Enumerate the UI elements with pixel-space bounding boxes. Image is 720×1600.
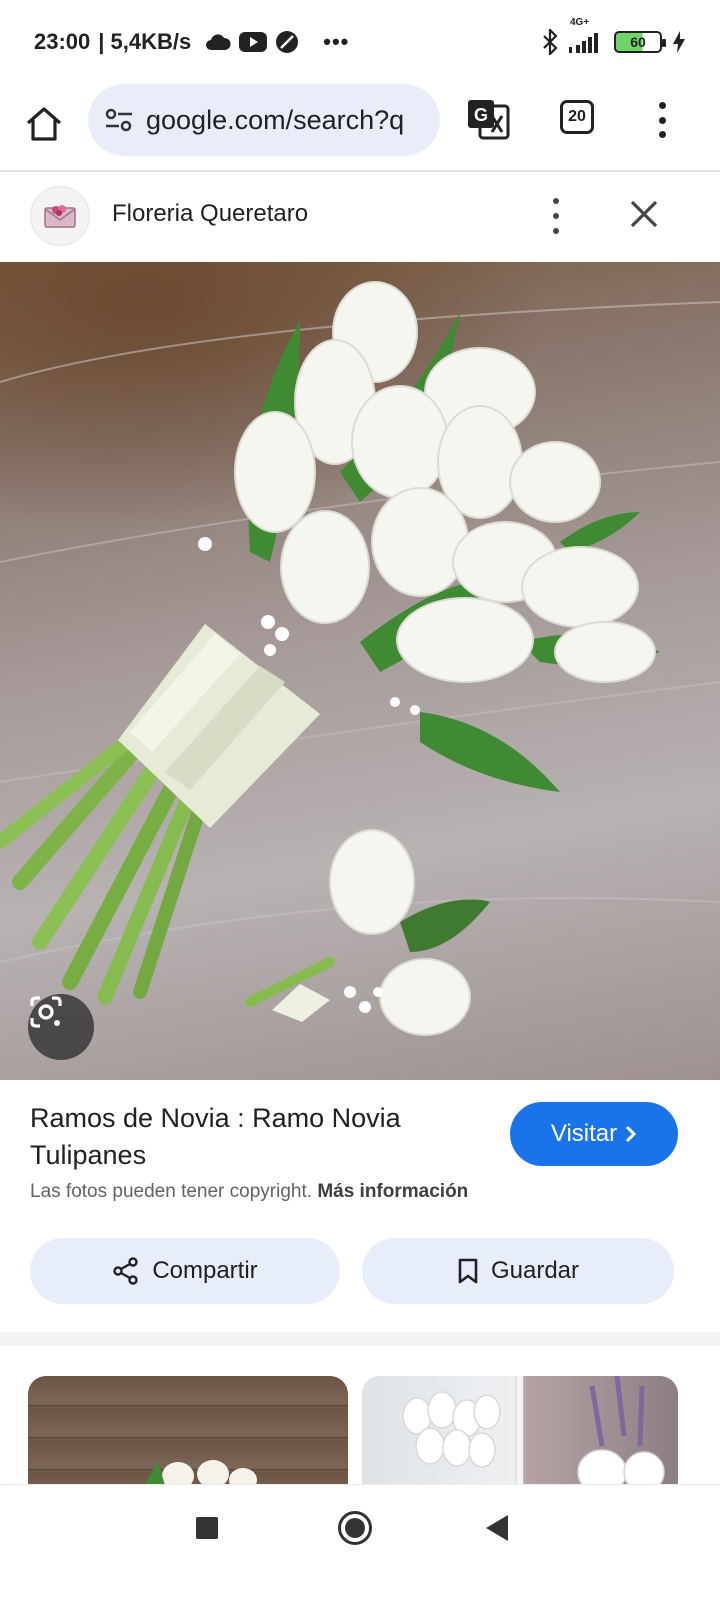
menu-button[interactable] [652,98,672,142]
status-right: 4G+ 60 [542,17,686,55]
status-bar: 23:00 | 5,4KB/s ••• 4G+ 60 [0,0,720,84]
signal-icon [569,33,598,53]
address-bar[interactable]: google.com/search?q [88,84,440,156]
related-image-2[interactable] [362,1376,678,1496]
svg-text:G: G [474,105,488,125]
status-time: 23:00 [34,29,91,54]
tab-switcher-button[interactable]: 20 [560,100,594,134]
translate-icon: G [468,100,510,140]
lens-icon [30,996,62,1028]
system-home-button[interactable] [338,1511,372,1545]
home-button[interactable] [22,102,66,146]
site-settings-button[interactable] [102,103,136,137]
envelope-logo-icon [44,205,76,228]
related-image-1[interactable] [28,1376,348,1496]
home-icon [26,107,62,141]
cloud-icon [206,34,231,50]
result-image[interactable] [0,262,720,1080]
notification-icons [205,30,299,54]
section-divider [0,1332,720,1346]
vpn-icon [276,31,299,53]
save-button[interactable]: Guardar [362,1238,674,1304]
more-notifications: ••• [323,29,350,54]
share-button[interactable]: Compartir [30,1238,340,1304]
copyright-notice: Las fotos pueden tener copyright. Más in… [30,1181,468,1203]
close-icon [630,200,658,228]
youtube-icon [239,32,268,52]
status-left: 23:00 | 5,4KB/s ••• [34,29,349,55]
bookmark-icon [458,1258,478,1284]
tulip-bouquet-illustration [0,281,720,1036]
related-tulips-thumbnail [402,1376,665,1496]
translate-button[interactable]: G [466,98,510,142]
battery-level: 60 [630,34,646,50]
google-lens-button[interactable] [28,994,94,1060]
save-label: Guardar [490,1257,580,1284]
recent-apps-button[interactable] [196,1517,218,1539]
close-button[interactable] [624,194,664,234]
visit-label: Visitar [550,1120,618,1147]
browser-toolbar: google.com/search?q G 20 [0,84,720,172]
more-vert-icon [553,198,559,204]
system-navigation-bar [0,1484,720,1600]
site-settings-icon [105,108,132,132]
network-type: 4G+ [570,17,590,28]
signal-indicator: 4G+ [568,17,604,53]
share-icon [113,1257,139,1285]
source-header: Floreria Queretaro [0,172,720,260]
url-text: google.com/search?q [146,104,405,135]
source-more-button[interactable] [548,198,564,234]
copyright-text: Las fotos pueden tener copyright. [30,1181,313,1202]
source-avatar [30,186,90,246]
visit-button[interactable]: Visitar [510,1102,678,1166]
bluetooth-icon [543,29,558,55]
back-button[interactable] [486,1515,508,1541]
charging-icon [673,31,685,53]
tab-count: 20 [568,108,586,125]
share-label: Compartir [152,1257,258,1284]
source-name[interactable]: Floreria Queretaro [112,200,308,228]
chevron-right-icon [626,1125,637,1143]
network-speed: | 5,4KB/s [98,29,192,54]
battery-icon: 60 [614,31,666,53]
related-bouquet-thumbnail [138,1460,257,1496]
more-info-link[interactable]: Más información [317,1181,468,1202]
result-title[interactable]: Ramos de Novia : Ramo Novia Tulipanes [30,1100,470,1174]
menu-icon [658,102,666,109]
